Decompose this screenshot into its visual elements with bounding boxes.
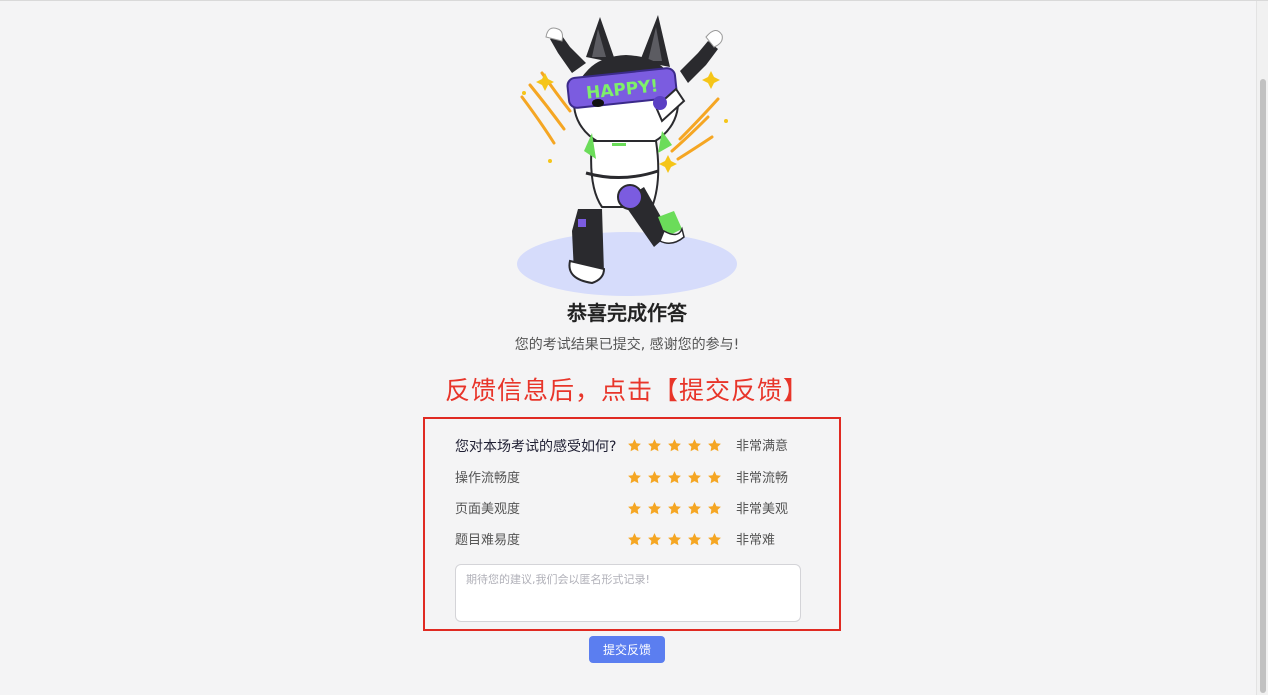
star-rating[interactable] [627, 438, 727, 456]
star-icon[interactable] [687, 501, 702, 516]
star-icon[interactable] [687, 532, 702, 547]
submission-confirmation-text: 您的考试结果已提交, 感谢您的参与! [514, 337, 740, 353]
exam-complete-page: HAPPY! 恭喜完成作答 您的考试结果已提交, 感谢您的参与! 反馈信息后，点… [0, 0, 1268, 695]
scrollbar-thumb[interactable] [1260, 79, 1266, 693]
star-icon[interactable] [627, 532, 642, 547]
rating-label: 页面美观度 [455, 502, 521, 517]
rating-label: 题目难易度 [455, 533, 521, 548]
star-icon[interactable] [627, 438, 642, 453]
star-icon[interactable] [707, 501, 722, 516]
feedback-panel: 您对本场考试的感受如何? 非常满意 操作流畅度 非常流畅 页面美观度 非常美观 … [423, 417, 841, 631]
star-rating[interactable] [627, 470, 727, 488]
submit-feedback-button[interactable]: 提交反馈 [589, 636, 665, 663]
star-icon[interactable] [667, 532, 682, 547]
rating-row-question-difficulty: 题目难易度 非常难 [455, 531, 815, 551]
star-icon[interactable] [627, 501, 642, 516]
star-icon[interactable] [667, 501, 682, 516]
star-icon[interactable] [687, 470, 702, 485]
star-rating[interactable] [627, 532, 727, 550]
vertical-scrollbar[interactable] [1256, 1, 1268, 695]
star-icon[interactable] [687, 438, 702, 453]
star-icon[interactable] [647, 438, 662, 453]
rating-label: 操作流畅度 [455, 471, 521, 486]
star-icon[interactable] [647, 470, 662, 485]
star-icon[interactable] [707, 470, 722, 485]
star-icon[interactable] [707, 438, 722, 453]
rating-label: 您对本场考试的感受如何? [455, 439, 617, 455]
rating-row-exam-feeling: 您对本场考试的感受如何? 非常满意 [455, 437, 815, 457]
star-icon[interactable] [647, 532, 662, 547]
rating-value-text: 非常流畅 [736, 471, 789, 486]
page-title: 恭喜完成作答 [567, 301, 687, 325]
star-icon[interactable] [647, 501, 662, 516]
robot-mascot-illustration: HAPPY! [517, 15, 737, 296]
instruction-annotation: 反馈信息后，点击【提交反馈】 [444, 376, 809, 405]
star-icon[interactable] [667, 438, 682, 453]
star-rating[interactable] [627, 501, 727, 519]
rating-value-text: 非常满意 [736, 439, 789, 454]
star-icon[interactable] [627, 470, 642, 485]
suggestion-textarea[interactable] [455, 564, 801, 622]
star-icon[interactable] [667, 470, 682, 485]
rating-value-text: 非常美观 [736, 502, 789, 517]
rating-row-operation-smoothness: 操作流畅度 非常流畅 [455, 469, 815, 489]
rating-row-page-aesthetics: 页面美观度 非常美观 [455, 500, 815, 520]
rating-value-text: 非常难 [736, 533, 776, 548]
star-icon[interactable] [707, 532, 722, 547]
